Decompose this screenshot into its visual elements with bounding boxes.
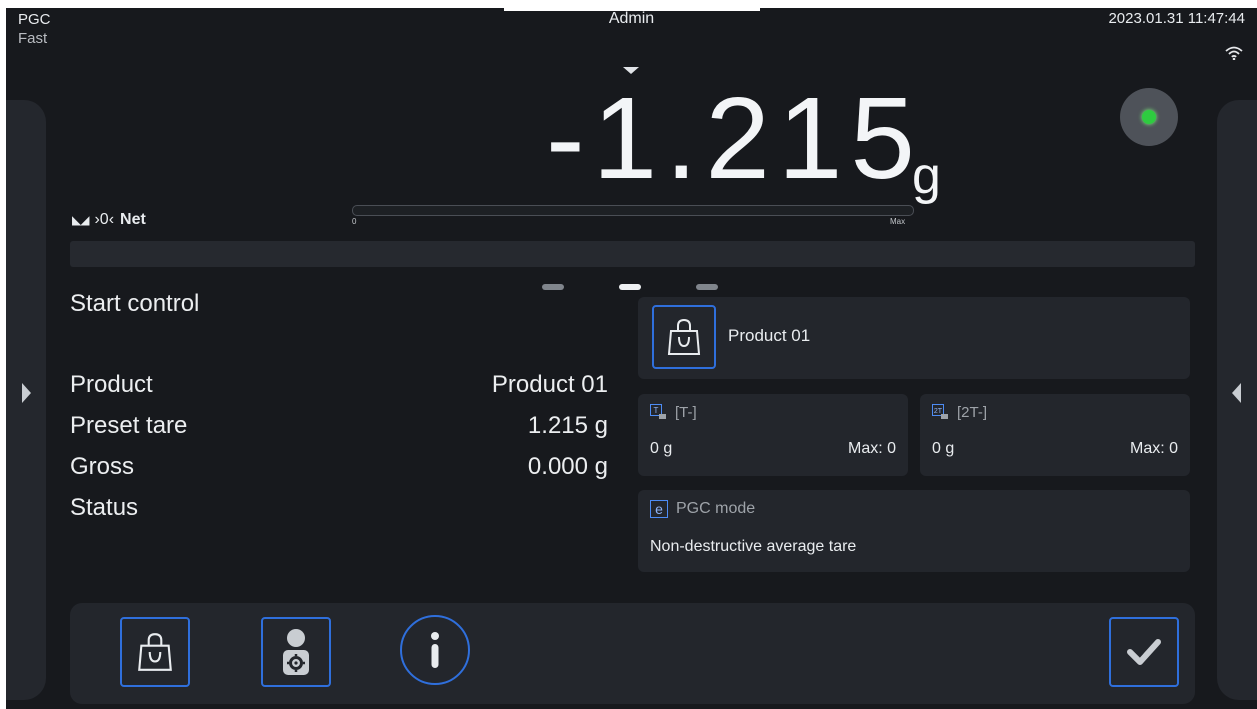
weight-readout: -1.215: [546, 73, 923, 203]
info-bar: [70, 241, 1195, 267]
bargraph-max-label: Max: [890, 217, 906, 226]
top-strip: [504, 8, 760, 11]
checkmark-icon: [1127, 639, 1161, 665]
row-label: Product: [70, 371, 153, 398]
second-tare-icon-text: 2T: [934, 408, 943, 415]
pgc-mode-card[interactable]: e PGC mode Non-destructive average tare: [638, 490, 1190, 572]
datetime: 2023.01.31 11:47:44: [1108, 10, 1245, 27]
pgc-mode-label: PGC mode: [676, 500, 756, 517]
second-tare-card-header: 2T [2T-]: [932, 404, 987, 421]
net-indicator: Net: [120, 211, 146, 228]
user-settings-icon: [283, 629, 309, 675]
info-button[interactable]: [400, 615, 470, 685]
row-label: Status: [70, 494, 139, 521]
left-side-panel[interactable]: [6, 100, 46, 700]
tare-label: [T-]: [675, 404, 697, 421]
tare-icon-text: T: [654, 406, 659, 415]
second-tare-max: Max: 0: [1129, 440, 1178, 457]
top-bar: PGC Fast Admin 2023.01.31 11:47:44: [6, 8, 1257, 68]
page-dot[interactable]: [696, 284, 718, 290]
second-tare-value: 0 g: [932, 440, 955, 457]
tare-card[interactable]: T [T-] 0 g Max: 0: [638, 394, 908, 476]
stability-marker-icon: ◣◢: [72, 213, 89, 227]
info-row-status: Status: [70, 494, 608, 522]
info-row-preset-tare: Preset tare 1.215 g: [70, 412, 608, 440]
arrow-right-icon: [22, 383, 31, 403]
stability-indicator: [1120, 88, 1178, 146]
mode-label: Fast: [18, 30, 48, 47]
scale-screen: PGC Fast Admin 2023.01.31 11:47:44 -1.21…: [6, 8, 1257, 709]
product-button[interactable]: [120, 617, 190, 687]
right-side-panel[interactable]: [1217, 100, 1257, 700]
tare-value: 0 g: [650, 440, 673, 457]
info-row-product: Product Product 01: [70, 371, 608, 399]
wifi-icon: [1225, 46, 1243, 61]
arrow-left-icon: [1232, 383, 1241, 403]
second-tare-card[interactable]: 2T [2T-] 0 g Max: 0: [920, 394, 1190, 476]
tare-icon: T: [650, 404, 667, 421]
pgc-mode-value: Non-destructive average tare: [650, 538, 857, 555]
product-name: Product 01: [728, 326, 811, 345]
status-light-icon: [1142, 110, 1156, 124]
row-value: 1.215 g: [527, 412, 608, 439]
user-settings-button[interactable]: [261, 617, 331, 687]
info-icon: [431, 632, 439, 668]
tare-max: Max: 0: [847, 440, 896, 457]
tare-card-header: T [T-]: [650, 404, 697, 421]
second-tare-icon: 2T: [932, 404, 949, 421]
product-card[interactable]: Product 01: [638, 297, 1190, 379]
page-indicator: [542, 284, 718, 290]
weighing-indicators: ◣◢ ›0‹ Net: [72, 211, 146, 229]
user-label[interactable]: Admin: [6, 10, 1257, 28]
second-tare-label: [2T-]: [957, 404, 988, 421]
weight-unit[interactable]: g: [912, 146, 941, 206]
zero-indicator: ›0‹: [94, 211, 115, 228]
start-control-label: Start control: [70, 290, 200, 317]
bargraph-min-label: 0: [352, 217, 357, 226]
row-label: Gross: [70, 453, 135, 480]
row-value: Product 01: [491, 371, 608, 398]
shopping-bag-icon: [667, 318, 701, 355]
page-dot[interactable]: [542, 284, 564, 290]
pgc-mode-header: e PGC mode: [650, 500, 755, 518]
e-mark-icon: e: [650, 500, 668, 518]
shopping-bag-icon: [138, 633, 172, 671]
select-product-button[interactable]: [652, 305, 716, 369]
confirm-button[interactable]: [1109, 617, 1179, 687]
info-row-gross: Gross 0.000 g: [70, 453, 608, 481]
page-dot-active[interactable]: [619, 284, 641, 290]
row-label: Preset tare: [70, 412, 188, 439]
load-bargraph: [352, 205, 914, 216]
row-value: 0.000 g: [527, 453, 608, 480]
bottom-toolbar: [70, 603, 1195, 704]
